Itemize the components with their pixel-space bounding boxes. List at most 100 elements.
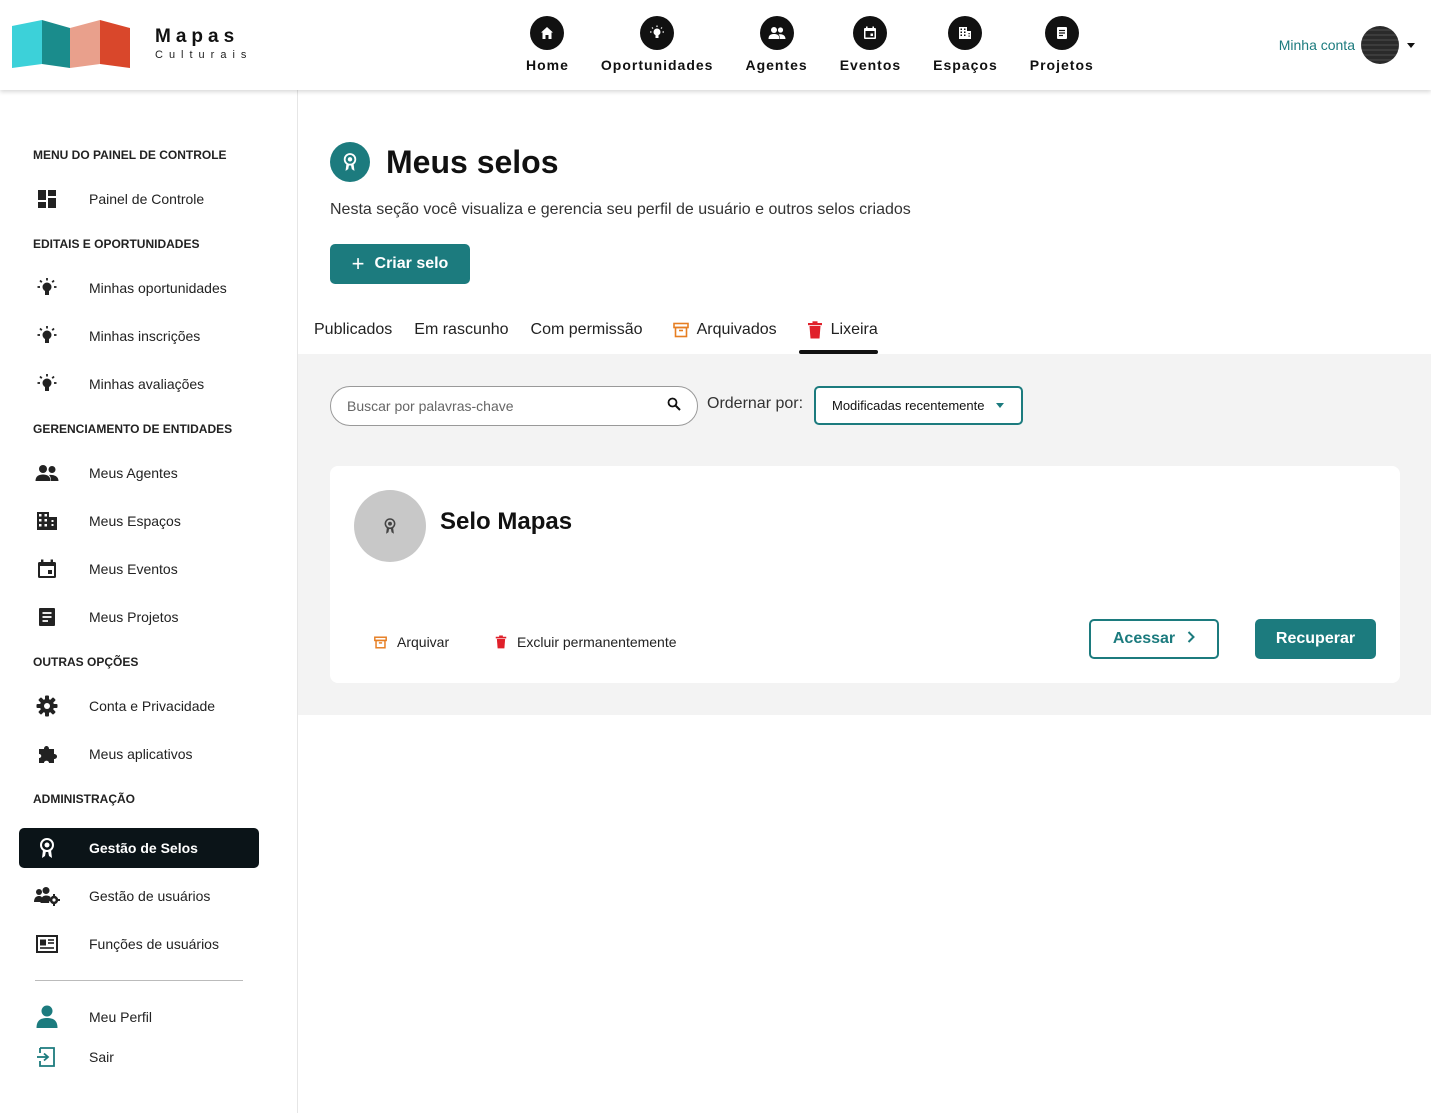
- document-icon: [1044, 16, 1079, 50]
- create-seal-button[interactable]: + Criar selo: [330, 244, 470, 284]
- user-icon: [21, 1005, 73, 1029]
- order-select[interactable]: Modificadas recentemente: [814, 386, 1023, 425]
- calendar-icon: [21, 559, 73, 579]
- home-icon: [530, 16, 565, 50]
- sidebar-item-meus-agentes[interactable]: Meus Agentes: [19, 453, 259, 493]
- lightbulb-icon: [640, 16, 675, 50]
- sidebar-item-label: Minhas oportunidades: [89, 280, 227, 296]
- tab-publicados[interactable]: Publicados: [314, 316, 392, 344]
- nav-oportunidades[interactable]: Oportunidades: [585, 16, 730, 73]
- archive-button[interactable]: Arquivar: [374, 634, 449, 650]
- access-label: Acessar: [1112, 630, 1176, 647]
- archive-icon: [672, 322, 689, 338]
- seal-title: Selo Mapas: [440, 508, 573, 535]
- nav-agentes[interactable]: Agentes: [729, 16, 823, 73]
- logout-icon: [21, 1046, 73, 1068]
- archive-icon: [374, 635, 387, 649]
- sidebar-item-meus-eventos[interactable]: Meus Eventos: [19, 549, 259, 589]
- account-menu[interactable]: Minha conta: [1279, 26, 1415, 64]
- sidebar-item-label: Conta e Privacidade: [89, 698, 216, 714]
- tab-em-rascunho[interactable]: Em rascunho: [414, 316, 508, 344]
- sidebar-item-label: Meu Perfil: [89, 1009, 153, 1025]
- nav-eventos-label: Eventos: [839, 57, 902, 73]
- building-icon: [21, 511, 73, 531]
- sidebar-item-sair[interactable]: Sair: [19, 1037, 259, 1077]
- sidebar-item-label: Meus aplicativos: [89, 746, 193, 762]
- nav-projetos-label: Projetos: [1029, 57, 1094, 73]
- recover-button[interactable]: Recuperar: [1255, 619, 1376, 659]
- sidebar-item-meus-aplicativos[interactable]: Meus aplicativos: [19, 734, 259, 774]
- tab-label: Arquivados: [696, 321, 777, 338]
- order-label: Ordernar por:: [707, 395, 804, 412]
- sidebar-item-minhas-oportunidades[interactable]: Minhas oportunidades: [19, 268, 259, 308]
- page-description: Nesta seção você visualiza e gerencia se…: [330, 201, 911, 218]
- search-placeholder: Buscar por palavras-chave: [347, 398, 514, 414]
- tab-lixeira[interactable]: Lixeira: [798, 316, 878, 354]
- building-icon: [948, 16, 983, 50]
- lightbulb-icon: [21, 325, 73, 347]
- people-icon: [21, 464, 73, 482]
- document-icon: [21, 607, 73, 627]
- trash-icon: [495, 635, 507, 649]
- sidebar-item-label: Minhas inscrições: [89, 328, 201, 344]
- tab-com-permissao[interactable]: Com permissão: [531, 316, 643, 344]
- id-card-icon: [21, 935, 73, 953]
- sidebar-item-label: Gestão de Selos: [89, 840, 198, 856]
- nav-home-label: Home: [526, 57, 569, 73]
- sidebar: MENU DO PAINEL DE CONTROLE Painel de Con…: [0, 90, 298, 1113]
- sidebar-item-funcoes-usuarios[interactable]: Funções de usuários: [19, 924, 259, 964]
- sidebar-heading-painel: MENU DO PAINEL DE CONTROLE: [33, 148, 227, 162]
- sidebar-heading-admin: ADMINISTRAÇÃO: [33, 792, 135, 806]
- account-label: Minha conta: [1278, 37, 1355, 53]
- logo-subtitle: Culturais: [155, 49, 253, 61]
- sidebar-item-minhas-avaliacoes[interactable]: Minhas avaliações: [19, 364, 259, 404]
- chevron-down-icon: [1407, 42, 1415, 48]
- nav-home[interactable]: Home: [510, 16, 585, 73]
- sidebar-item-label: Painel de Controle: [89, 191, 205, 207]
- tab-label: Publicados: [314, 321, 393, 338]
- archive-label: Arquivar: [397, 634, 450, 650]
- nav-oportunidades-label: Oportunidades: [600, 57, 714, 73]
- sidebar-item-gestao-usuarios[interactable]: Gestão de usuários: [19, 876, 259, 916]
- top-header: Mapas Culturais Home Oportunidades Agent…: [0, 0, 1431, 90]
- tabs: Publicados Em rascunho Com permissão Arq…: [314, 316, 900, 354]
- sidebar-heading-entidades: GERENCIAMENTO DE ENTIDADES: [33, 422, 233, 436]
- seal-icon: [21, 837, 73, 859]
- tab-label: Em rascunho: [414, 321, 509, 338]
- sidebar-heading-outras: OUTRAS OPÇÕES: [33, 655, 139, 669]
- search-input[interactable]: Buscar por palavras-chave: [330, 386, 698, 426]
- main-nav: Home Oportunidades Agentes Eventos Espaç…: [510, 16, 1110, 73]
- sidebar-item-meu-perfil[interactable]: Meu Perfil: [19, 997, 259, 1037]
- seal-avatar: [354, 490, 426, 562]
- delete-label: Excluir permanentemente: [517, 634, 677, 650]
- delete-permanently-button[interactable]: Excluir permanentemente: [495, 634, 677, 650]
- recover-label: Recuperar: [1275, 630, 1356, 647]
- sidebar-item-label: Gestão de usuários: [89, 888, 211, 904]
- seal-card: Selo Mapas Arquivar Excluir permanenteme…: [330, 466, 1400, 683]
- tab-arquivados[interactable]: Arquivados: [672, 316, 777, 344]
- calendar-icon: [853, 16, 888, 50]
- sidebar-item-painel-controle[interactable]: Painel de Controle: [19, 179, 259, 219]
- sidebar-item-label: Meus Eventos: [89, 561, 178, 577]
- main-content-header: Meus selos Nesta seção você visualiza e …: [298, 90, 1431, 354]
- trash-icon: [807, 321, 823, 339]
- nav-espacos[interactable]: Espaços: [917, 16, 1014, 73]
- logo-text[interactable]: Mapas Culturais: [155, 26, 253, 62]
- logo-mark[interactable]: [12, 20, 132, 70]
- sidebar-item-minhas-inscricoes[interactable]: Minhas inscrições: [19, 316, 259, 356]
- create-seal-label: Criar selo: [374, 255, 449, 272]
- sidebar-item-label: Sair: [89, 1049, 114, 1065]
- access-button[interactable]: Acessar: [1089, 619, 1219, 659]
- sidebar-item-label: Funções de usuários: [89, 936, 219, 952]
- sidebar-item-meus-espacos[interactable]: Meus Espaços: [19, 501, 259, 541]
- nav-projetos[interactable]: Projetos: [1014, 16, 1110, 73]
- gear-icon: [21, 695, 73, 717]
- sidebar-heading-editais: EDITAIS E OPORTUNIDADES: [33, 237, 200, 251]
- sidebar-item-gestao-selos[interactable]: Gestão de Selos: [19, 828, 259, 868]
- sidebar-item-label: Meus Projetos: [89, 609, 179, 625]
- nav-eventos[interactable]: Eventos: [824, 16, 917, 73]
- search-icon[interactable]: [667, 397, 681, 416]
- sidebar-item-meus-projetos[interactable]: Meus Projetos: [19, 597, 259, 637]
- logo-title: Mapas: [155, 26, 240, 47]
- sidebar-item-conta-privacidade[interactable]: Conta e Privacidade: [19, 686, 259, 726]
